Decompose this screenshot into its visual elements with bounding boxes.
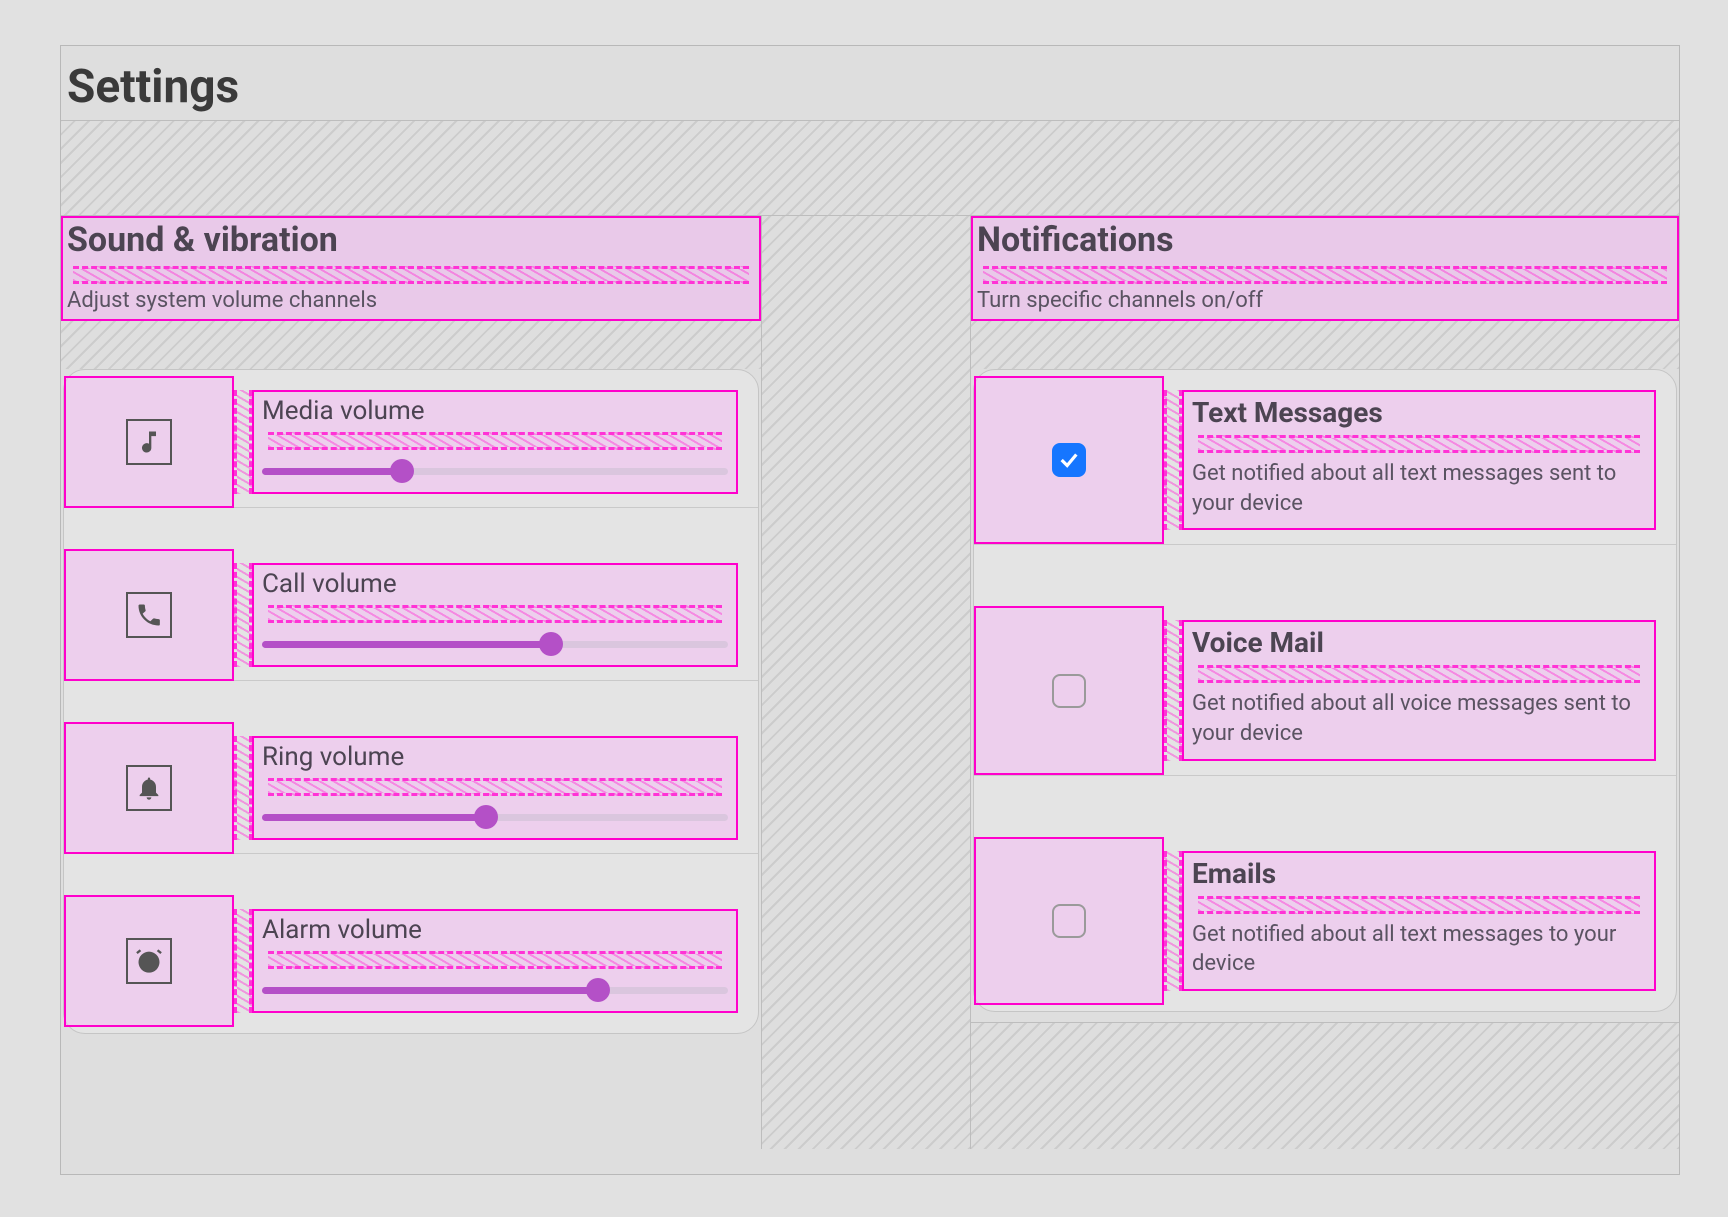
layout-gap <box>234 736 252 840</box>
notification-body: Emails Get notified about all text messa… <box>1182 851 1656 991</box>
layout-gap <box>1164 390 1182 530</box>
notification-row: Text Messages Get notified about all tex… <box>974 376 1676 544</box>
notification-checkbox-slot <box>974 837 1164 1005</box>
music-note-icon <box>126 419 172 465</box>
ring-volume-slider[interactable] <box>262 806 728 828</box>
notification-title: Emails <box>1192 857 1646 890</box>
layout-gap <box>1198 896 1640 914</box>
layout-gap <box>1164 851 1182 991</box>
layout-gap <box>1198 435 1640 453</box>
volume-row: Media volume <box>64 376 758 508</box>
divider <box>64 680 758 722</box>
divider <box>974 775 1676 837</box>
layout-gap <box>268 778 722 796</box>
notifications-subtitle: Turn specific channels on/off <box>977 288 1673 313</box>
volume-icon-slot <box>64 376 234 508</box>
notification-checkbox-slot <box>974 376 1164 544</box>
layout-gap <box>1164 620 1182 760</box>
notification-title: Text Messages <box>1192 396 1646 429</box>
notification-row: Emails Get notified about all text messa… <box>974 837 1676 1005</box>
sound-card: Media volume <box>63 369 759 1034</box>
sound-title: Sound & vibration <box>67 220 755 260</box>
layout-gap <box>268 432 722 450</box>
layout-gap <box>983 266 1667 284</box>
media-volume-slider[interactable] <box>262 460 728 482</box>
alarm-volume-slider[interactable] <box>262 979 728 1001</box>
notifications-section: Notifications Turn specific channels on/… <box>971 216 1679 1149</box>
bell-icon <box>126 765 172 811</box>
volume-label: Media volume <box>262 396 728 426</box>
page-title: Settings <box>61 46 1679 121</box>
notifications-card: Text Messages Get notified about all tex… <box>973 369 1677 1012</box>
notifications-title: Notifications <box>977 220 1673 260</box>
checkbox-emails[interactable] <box>1052 904 1086 938</box>
notification-desc: Get notified about all text messages to … <box>1192 920 1646 979</box>
layout-gap <box>234 909 252 1013</box>
volume-row: Alarm volume <box>64 895 758 1027</box>
divider <box>974 544 1676 606</box>
layout-gap <box>61 321 761 369</box>
notification-body: Voice Mail Get notified about all voice … <box>1182 620 1656 760</box>
settings-page: Settings Sound & vibration Adjust system… <box>60 45 1680 1175</box>
volume-control: Media volume <box>252 390 738 494</box>
call-volume-slider[interactable] <box>262 633 728 655</box>
volume-row: Ring volume <box>64 722 758 854</box>
volume-label: Ring volume <box>262 742 728 772</box>
volume-label: Call volume <box>262 569 728 599</box>
notification-desc: Get notified about all voice messages se… <box>1192 689 1646 748</box>
volume-label: Alarm volume <box>262 915 728 945</box>
volume-icon-slot <box>64 895 234 1027</box>
phone-icon <box>126 592 172 638</box>
layout-gap <box>234 563 252 667</box>
layout-gap <box>268 951 722 969</box>
notification-row: Voice Mail Get notified about all voice … <box>974 606 1676 774</box>
alarm-clock-icon <box>126 938 172 984</box>
volume-icon-slot <box>64 722 234 854</box>
volume-icon-slot <box>64 549 234 681</box>
checkbox-text-messages[interactable] <box>1052 443 1086 477</box>
layout-gap <box>971 321 1679 369</box>
layout-gap <box>268 605 722 623</box>
checkbox-voice-mail[interactable] <box>1052 674 1086 708</box>
layout-gap <box>1198 665 1640 683</box>
notifications-header: Notifications Turn specific channels on/… <box>971 216 1679 321</box>
sound-section: Sound & vibration Adjust system volume c… <box>61 216 761 1149</box>
layout-gap <box>234 390 252 494</box>
notification-title: Voice Mail <box>1192 626 1646 659</box>
divider <box>64 853 758 895</box>
notification-checkbox-slot <box>974 606 1164 774</box>
volume-row: Call volume <box>64 549 758 681</box>
sound-header: Sound & vibration Adjust system volume c… <box>61 216 761 321</box>
layout-gap <box>971 1022 1679 1149</box>
layout-gap <box>73 266 749 284</box>
sound-subtitle: Adjust system volume channels <box>67 288 755 313</box>
layout-gap <box>761 216 971 1149</box>
volume-control: Alarm volume <box>252 909 738 1013</box>
volume-control: Ring volume <box>252 736 738 840</box>
volume-control: Call volume <box>252 563 738 667</box>
notification-body: Text Messages Get notified about all tex… <box>1182 390 1656 530</box>
notification-desc: Get notified about all text messages sen… <box>1192 459 1646 518</box>
layout-gap <box>61 121 1679 216</box>
divider <box>64 507 758 549</box>
